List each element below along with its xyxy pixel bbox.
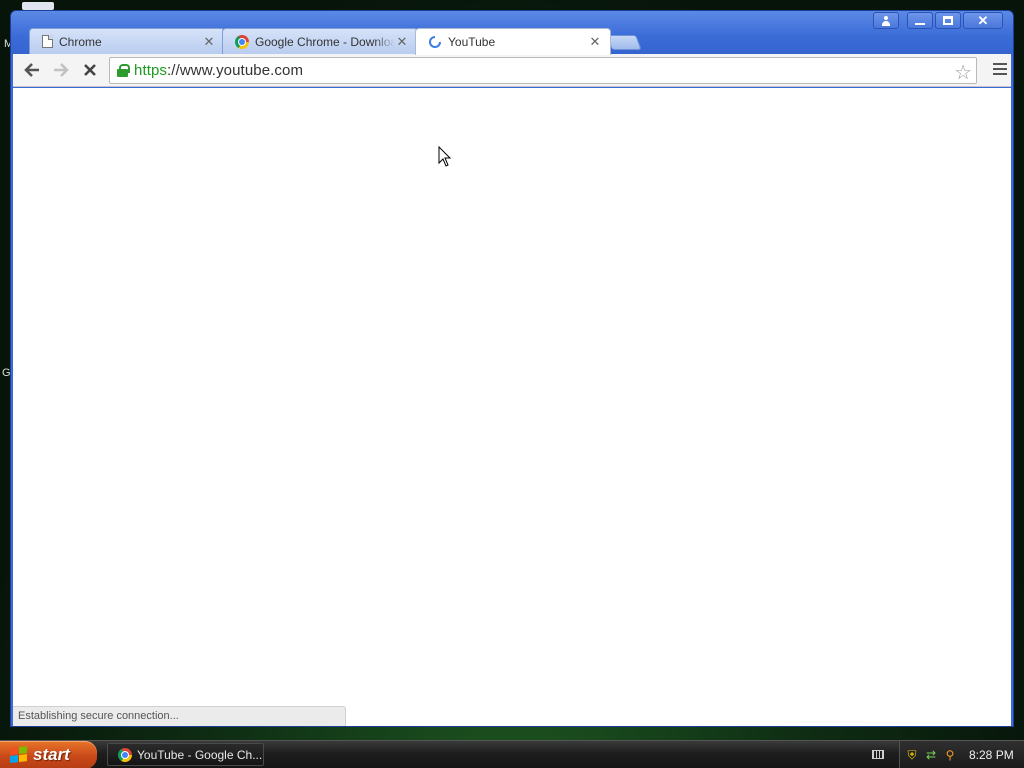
tab-youtube[interactable]: YouTube ✕	[415, 28, 611, 55]
taskbar-item-label: YouTube - Google Ch...	[137, 747, 263, 762]
stop-loading-button[interactable]	[77, 58, 103, 82]
tab-title: Chrome	[59, 34, 102, 49]
url-text[interactable]: https://www.youtube.com	[134, 62, 303, 79]
tab-close-icon[interactable]: ✕	[202, 34, 216, 50]
close-window-button[interactable]: ✕	[963, 12, 1003, 29]
back-button[interactable]	[19, 58, 45, 82]
maximize-button[interactable]	[935, 12, 961, 29]
chrome-logo-icon	[118, 747, 132, 762]
mouse-cursor-icon	[438, 146, 452, 167]
start-button[interactable]: start	[0, 741, 97, 768]
tab-close-icon[interactable]: ✕	[588, 34, 602, 50]
titlebar[interactable]: ✕ Chrome ✕ Google Chrome - Download the …	[11, 11, 1013, 55]
system-tray: ⛨ ⇄ ⚲ 8:28 PM	[899, 741, 1024, 768]
forward-arrow-icon	[54, 63, 69, 77]
tab-title: YouTube	[448, 35, 496, 49]
bookmark-star-icon[interactable]: ☆	[954, 60, 972, 85]
network-icon[interactable]: ⇄	[924, 748, 938, 762]
tab-close-icon[interactable]: ✕	[395, 34, 409, 50]
profile-button[interactable]	[873, 12, 899, 29]
back-arrow-icon	[24, 63, 39, 77]
new-tab-button[interactable]	[606, 35, 642, 50]
url-host: ://www.youtube.com	[167, 62, 304, 79]
address-bar[interactable]: https://www.youtube.com ☆	[109, 57, 977, 84]
chrome-menu-icon[interactable]	[993, 63, 1007, 75]
toolbar: https://www.youtube.com ☆	[13, 54, 1011, 87]
chrome-window: ✕ Chrome ✕ Google Chrome - Download the …	[10, 10, 1014, 727]
tab-chrome[interactable]: Chrome ✕	[29, 28, 225, 54]
security-shield-icon[interactable]: ⛨	[905, 748, 919, 762]
lock-icon[interactable]	[117, 64, 130, 77]
caption-buttons: ✕	[873, 12, 1003, 29]
url-scheme: https	[134, 62, 168, 79]
search-icon[interactable]: ⚲	[943, 748, 957, 762]
maximize-icon	[943, 16, 953, 25]
keyboard-icon[interactable]	[872, 750, 884, 759]
taskbar-item-youtube-chrome[interactable]: YouTube - Google Ch...	[107, 743, 264, 766]
desktop-icon[interactable]	[22, 2, 54, 10]
clock[interactable]: 8:28 PM	[969, 748, 1014, 762]
page-icon	[42, 35, 53, 48]
forward-button[interactable]	[48, 58, 74, 82]
page-content: Establishing secure connection...	[13, 88, 1011, 726]
close-icon: ✕	[977, 13, 989, 28]
status-bubble: Establishing secure connection...	[13, 706, 346, 726]
chrome-logo-icon	[235, 34, 249, 49]
taskbar: start YouTube - Google Ch... ⛨ ⇄ ⚲ 8:28 …	[0, 740, 1024, 768]
start-label: start	[33, 745, 70, 764]
loading-spinner-icon	[429, 36, 441, 48]
profile-icon	[881, 15, 891, 26]
stop-icon	[84, 64, 96, 76]
minimize-icon	[915, 22, 925, 25]
windows-logo-icon	[10, 746, 28, 764]
tab-google-chrome-download[interactable]: Google Chrome - Download the Fast, Secur…	[222, 28, 418, 54]
tab-title: Google Chrome - Download the Fast, Secur…	[255, 34, 395, 49]
minimize-button[interactable]	[907, 12, 933, 29]
